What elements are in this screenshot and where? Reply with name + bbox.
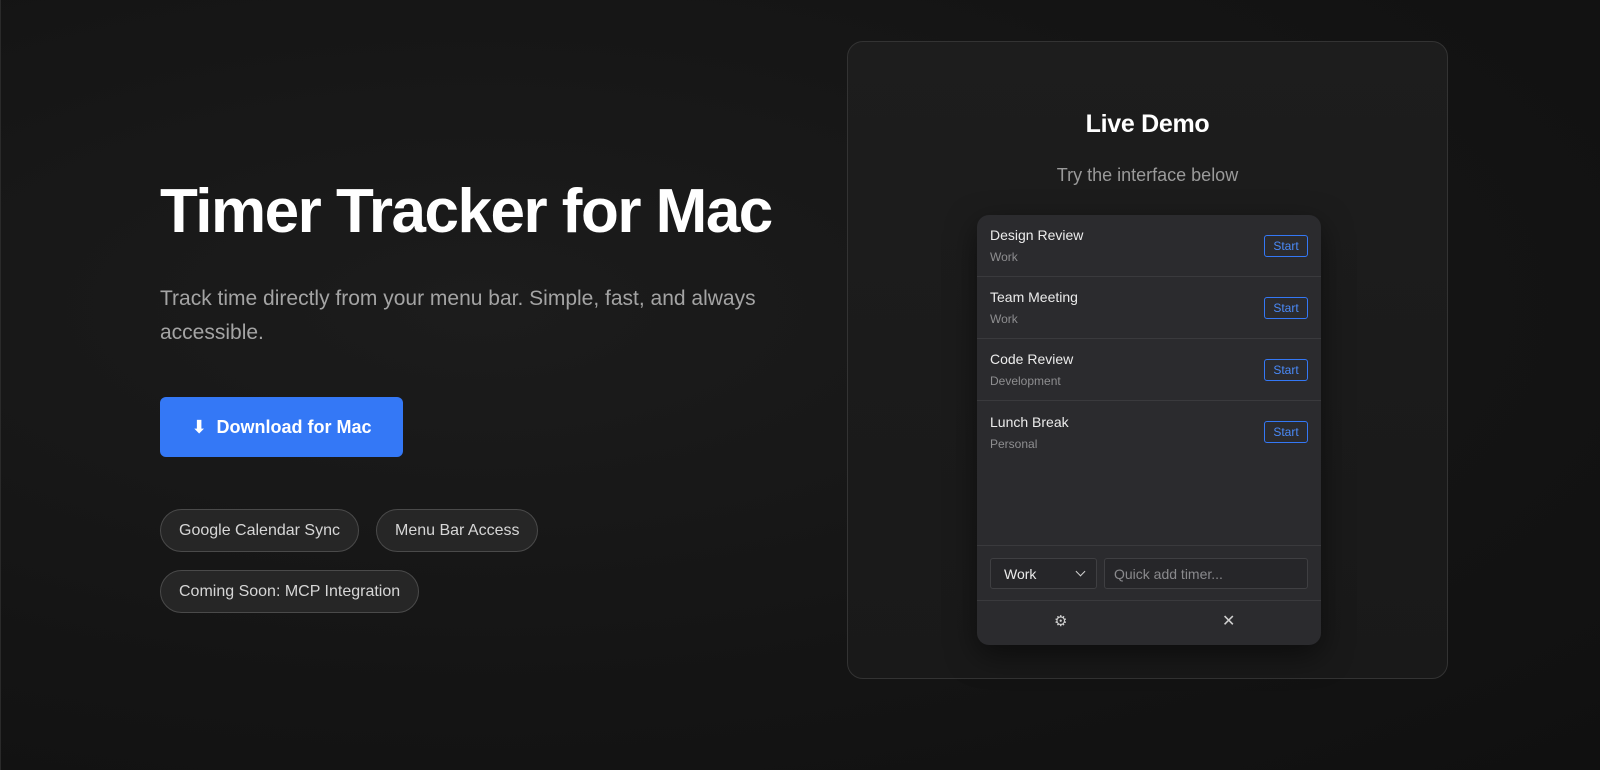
hero-subtitle: Track time directly from your menu bar. … <box>160 287 756 345</box>
page-title: Timer Tracker for Mac <box>160 177 773 246</box>
timer-name: Design Review <box>990 227 1084 243</box>
timer-name: Code Review <box>990 351 1074 367</box>
hero-section: Timer Tracker for Mac Track time directl… <box>160 177 780 614</box>
live-demo-card: Live Demo Try the interface below Design… <box>847 41 1448 679</box>
timer-row: Design Review Work Start <box>977 215 1321 277</box>
timer-category: Work <box>990 312 1018 326</box>
timer-info: Lunch Break Personal <box>990 414 1069 451</box>
chevron-down-icon <box>1075 566 1086 577</box>
close-icon[interactable]: ✕ <box>1222 614 1235 630</box>
timer-info: Team Meeting Work <box>990 289 1078 326</box>
gear-icon[interactable]: ⚙ <box>1054 614 1067 629</box>
menu-bar-app-window: Design Review Work Start Team Meeting Wo… <box>977 215 1321 645</box>
timer-list: Design Review Work Start Team Meeting Wo… <box>977 215 1321 545</box>
timer-category: Personal <box>990 436 1038 451</box>
timer-row: Lunch Break Personal Start <box>977 401 1321 463</box>
download-icon: ⬇ <box>191 417 207 438</box>
quick-add-bar: Work <box>977 545 1321 601</box>
start-button[interactable]: Start <box>1264 421 1308 443</box>
timer-info: Code Review Development <box>990 351 1073 388</box>
quick-add-input[interactable] <box>1104 558 1308 589</box>
category-select[interactable]: Work <box>990 558 1097 589</box>
timer-category: Work <box>990 250 1018 264</box>
timer-name: Team Meeting <box>990 289 1078 305</box>
download-button[interactable]: ⬇ Download for Mac <box>160 397 403 458</box>
feature-chips: Google Calendar Sync Menu Bar Access Com… <box>160 509 580 614</box>
timer-name: Lunch Break <box>990 413 1069 430</box>
feature-chip-calendar-sync: Google Calendar Sync <box>160 509 359 553</box>
demo-subtitle: Try the interface below <box>1056 165 1239 185</box>
timer-row: Team Meeting Work Start <box>977 277 1321 339</box>
start-button[interactable]: Start <box>1264 234 1308 257</box>
app-footer: ⚙ ✕ <box>977 601 1321 645</box>
start-button[interactable]: Start <box>1264 296 1308 319</box>
timer-category: Development <box>990 374 1061 388</box>
download-button-label: Download for Mac <box>216 416 372 437</box>
feature-chip-menu-bar: Menu Bar Access <box>375 509 539 553</box>
timer-info: Design Review Work <box>990 227 1083 264</box>
start-button[interactable]: Start <box>1264 358 1308 381</box>
timer-row: Code Review Development Start <box>977 339 1321 401</box>
feature-chip-mcp: Coming Soon: MCP Integration <box>160 570 420 614</box>
category-select-value: Work <box>1004 565 1037 582</box>
demo-title: Live Demo <box>1085 110 1210 138</box>
